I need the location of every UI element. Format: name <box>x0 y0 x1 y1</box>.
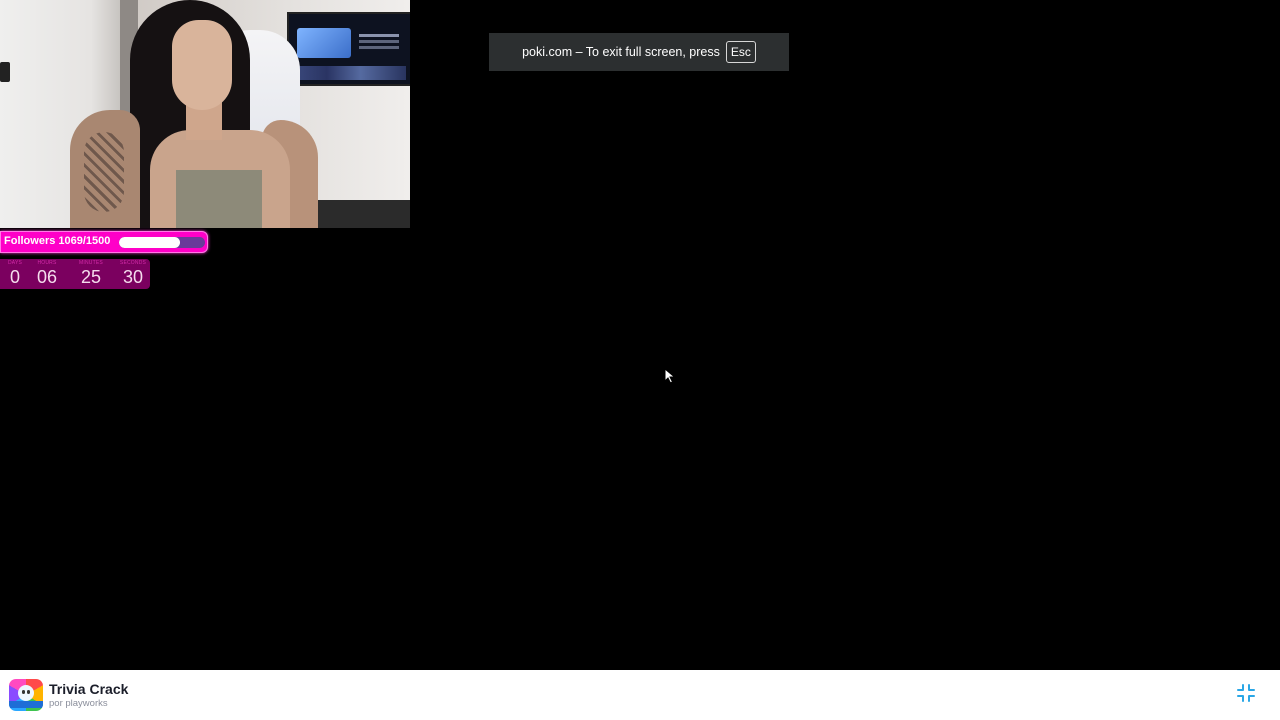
game-info-bar: Trivia Crack por playworks <box>0 670 1280 720</box>
countdown-timer: days 0 hours 06 minutes 25 seconds 30 <box>0 259 150 289</box>
countdown-seconds: seconds 30 <box>114 259 152 289</box>
followers-goal-label: Followers 1069/1500 <box>4 235 111 247</box>
countdown-minutes: minutes 25 <box>72 259 110 289</box>
mouse-cursor-icon <box>664 368 676 384</box>
fullscreen-notice-text: poki.com – To exit full screen, press <box>522 45 720 59</box>
fullscreen-exit-notice: poki.com – To exit full screen, press Es… <box>489 33 789 71</box>
countdown-seconds-label: seconds <box>119 260 147 266</box>
countdown-minutes-label: minutes <box>79 260 103 266</box>
followers-progress-fill <box>119 237 181 248</box>
game-title: Trivia Crack <box>49 681 129 697</box>
countdown-hours-label: hours <box>37 260 57 266</box>
exit-fullscreen-icon[interactable] <box>1236 683 1256 703</box>
followers-progress-track <box>119 237 205 248</box>
countdown-days: days 0 <box>2 259 28 289</box>
background-tv <box>287 12 410 86</box>
countdown-days-value: 0 <box>9 267 20 287</box>
game-stage[interactable]: Followers 1069/1500 days 0 hours 06 minu… <box>0 0 1280 720</box>
countdown-days-label: days <box>7 260 23 266</box>
game-developer: por playworks <box>49 698 108 709</box>
trivia-crack-logo-icon[interactable] <box>9 679 43 711</box>
countdown-seconds-value: 30 <box>122 267 144 287</box>
countdown-hours: hours 06 <box>30 259 64 289</box>
countdown-minutes-value: 25 <box>80 267 102 287</box>
esc-key-hint: Esc <box>725 41 756 63</box>
streamer-webcam <box>0 0 410 228</box>
countdown-hours-value: 06 <box>36 267 58 287</box>
followers-goal-bar: Followers 1069/1500 <box>0 231 208 253</box>
